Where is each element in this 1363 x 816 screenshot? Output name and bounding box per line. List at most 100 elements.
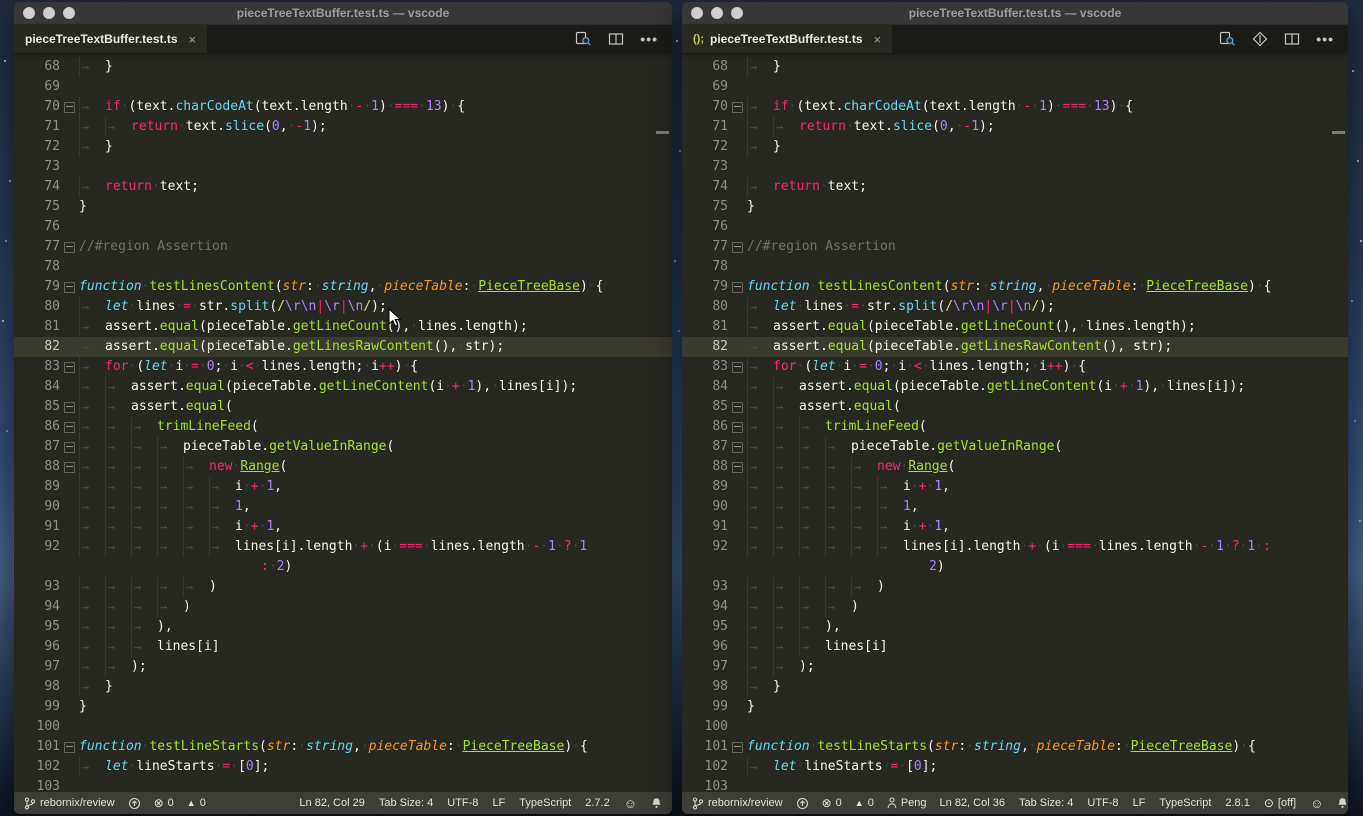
status-item[interactable]: ⊗0 xyxy=(154,796,174,810)
status-item[interactable] xyxy=(1337,797,1348,809)
code-line[interactable]: 102→let·lineStarts·=·[0]; xyxy=(682,757,1348,777)
code-line[interactable]: 88→→→→→new·Range( xyxy=(682,457,1348,477)
code-line[interactable]: 96→→→lines[i] xyxy=(682,637,1348,657)
fold-column[interactable] xyxy=(60,462,79,473)
code-line[interactable]: 78 xyxy=(682,257,1348,277)
fold-column[interactable] xyxy=(728,402,747,413)
fold-icon[interactable] xyxy=(732,742,743,753)
status-item[interactable]: ☺ xyxy=(1310,796,1323,811)
tab-pieceTreeTextBuffer[interactable]: (); pieceTreeTextBuffer.test.ts × xyxy=(682,25,892,53)
code-line[interactable]: 102→let·lineStarts·=·[0]; xyxy=(14,757,672,777)
code-line-wrap[interactable]: 2) xyxy=(682,557,1348,577)
fold-icon[interactable] xyxy=(64,402,75,413)
fold-column[interactable] xyxy=(60,102,79,113)
fold-icon[interactable] xyxy=(732,462,743,473)
fold-icon[interactable] xyxy=(64,282,75,293)
code-line[interactable]: 76 xyxy=(14,217,672,237)
code-line[interactable]: 80→let·lines·=·str.split(/\r\n|\r|\n/); xyxy=(14,297,672,317)
code-line[interactable]: 93→→→→→) xyxy=(14,577,672,597)
code-line[interactable]: 69 xyxy=(682,77,1348,97)
code-line[interactable]: 82→assert.equal(pieceTable.getLinesRawCo… xyxy=(682,337,1348,357)
code-line[interactable]: 91→→→→→→i·+·1, xyxy=(14,517,672,537)
code-line[interactable]: 87→→→→pieceTable.getValueInRange( xyxy=(682,437,1348,457)
fold-column[interactable] xyxy=(728,282,747,293)
status-item[interactable]: rebornix/review xyxy=(692,797,783,810)
code-line[interactable]: 85→→assert.equal( xyxy=(14,397,672,417)
fold-icon[interactable] xyxy=(732,442,743,453)
code-line[interactable]: 83→for·(let·i·=·0;·i·<·lines.length;·i++… xyxy=(14,357,672,377)
status-item[interactable]: Tab Size: 4 xyxy=(379,797,433,809)
code-line[interactable]: 94→→→→) xyxy=(14,597,672,617)
fold-column[interactable] xyxy=(60,362,79,373)
code-line[interactable]: 95→→→), xyxy=(14,617,672,637)
code-line[interactable]: 89→→→→→→i·+·1, xyxy=(14,477,672,497)
titlebar[interactable]: pieceTreeTextBuffer.test.ts — vscode xyxy=(14,2,672,25)
code-line[interactable]: 100 xyxy=(682,717,1348,737)
fold-column[interactable] xyxy=(728,442,747,453)
split-editor-icon[interactable] xyxy=(608,32,624,46)
code-line[interactable]: 75} xyxy=(682,197,1348,217)
status-item[interactable]: 2.8.1 xyxy=(1225,797,1249,809)
status-item[interactable] xyxy=(651,797,662,809)
code-line[interactable]: 73 xyxy=(682,157,1348,177)
code-line[interactable]: 86→→→trimLineFeed( xyxy=(682,417,1348,437)
code-line[interactable]: 98→} xyxy=(14,677,672,697)
code-line[interactable]: 68→} xyxy=(14,57,672,77)
code-line[interactable]: 74→return·text; xyxy=(682,177,1348,197)
code-line[interactable]: 81→assert.equal(pieceTable.getLineCount(… xyxy=(14,317,672,337)
close-window-button[interactable] xyxy=(23,7,35,19)
status-item[interactable]: rebornix/review xyxy=(24,797,115,810)
status-item[interactable]: Ln 82, Col 29 xyxy=(299,797,364,809)
status-item[interactable]: ⊗0 xyxy=(822,796,842,810)
fold-icon[interactable] xyxy=(732,402,743,413)
code-line[interactable]: 95→→→), xyxy=(682,617,1348,637)
code-line[interactable]: 101function·testLineStarts(str:·string,·… xyxy=(682,737,1348,757)
code-line-wrap[interactable]: :·2) xyxy=(14,557,672,577)
close-tab-icon[interactable]: × xyxy=(874,32,882,47)
code-line[interactable]: 75} xyxy=(14,197,672,217)
code-line[interactable]: 77//#region Assertion xyxy=(682,237,1348,257)
fold-icon[interactable] xyxy=(64,442,75,453)
code-line[interactable]: 70→if·(text.charCodeAt(text.length·-·1)·… xyxy=(682,97,1348,117)
code-line[interactable]: 97→→); xyxy=(14,657,672,677)
code-line[interactable]: 91→→→→→→i·+·1, xyxy=(682,517,1348,537)
fold-column[interactable] xyxy=(728,742,747,753)
code-line[interactable]: 94→→→→) xyxy=(682,597,1348,617)
status-item[interactable]: TypeScript xyxy=(519,797,571,809)
status-item[interactable]: TypeScript xyxy=(1159,797,1211,809)
fold-column[interactable] xyxy=(60,422,79,433)
code-line[interactable]: 103 xyxy=(682,777,1348,792)
code-line[interactable]: 92→→→→→→lines[i].length·+·(i·===·lines.l… xyxy=(682,537,1348,557)
fold-icon[interactable] xyxy=(64,422,75,433)
code-line[interactable]: 78 xyxy=(14,257,672,277)
more-icon[interactable]: ••• xyxy=(640,34,658,44)
code-line[interactable]: 92→→→→→→lines[i].length·+·(i·===·lines.l… xyxy=(14,537,672,557)
code-line[interactable]: 68→} xyxy=(682,57,1348,77)
code-line[interactable]: 101function·testLineStarts(str:·string,·… xyxy=(14,737,672,757)
minimize-window-button[interactable] xyxy=(711,7,723,19)
split-editor-icon[interactable] xyxy=(1284,32,1300,46)
status-item[interactable]: LF xyxy=(1133,797,1146,809)
status-item[interactable] xyxy=(128,797,141,810)
code-line[interactable]: 93→→→→→) xyxy=(682,577,1348,597)
code-line[interactable]: 73 xyxy=(14,157,672,177)
tab-pieceTreeTextBuffer[interactable]: pieceTreeTextBuffer.test.ts × xyxy=(14,25,207,53)
fold-column[interactable] xyxy=(60,402,79,413)
fold-column[interactable] xyxy=(728,362,747,373)
fold-icon[interactable] xyxy=(732,282,743,293)
more-icon[interactable]: ••• xyxy=(1316,34,1334,44)
fold-icon[interactable] xyxy=(64,462,75,473)
fold-icon[interactable] xyxy=(732,422,743,433)
open-changes-icon[interactable] xyxy=(1252,31,1268,47)
code-line[interactable]: 83→for·(let·i·=·0;·i·<·lines.length;·i++… xyxy=(682,357,1348,377)
fold-column[interactable] xyxy=(60,742,79,753)
status-item[interactable] xyxy=(796,797,809,810)
code-line[interactable]: 82→assert.equal(pieceTable.getLinesRawCo… xyxy=(14,337,672,357)
code-editor[interactable]: 68→}6970→if·(text.charCodeAt(text.length… xyxy=(14,53,672,792)
status-item[interactable]: UTF-8 xyxy=(447,797,478,809)
fold-icon[interactable] xyxy=(732,362,743,373)
code-line[interactable]: 80→let·lines·=·str.split(/\r\n|\r|\n/); xyxy=(682,297,1348,317)
titlebar[interactable]: pieceTreeTextBuffer.test.ts — vscode xyxy=(682,2,1348,25)
code-line[interactable]: 97→→); xyxy=(682,657,1348,677)
scrollbar-thumb[interactable] xyxy=(656,131,669,134)
